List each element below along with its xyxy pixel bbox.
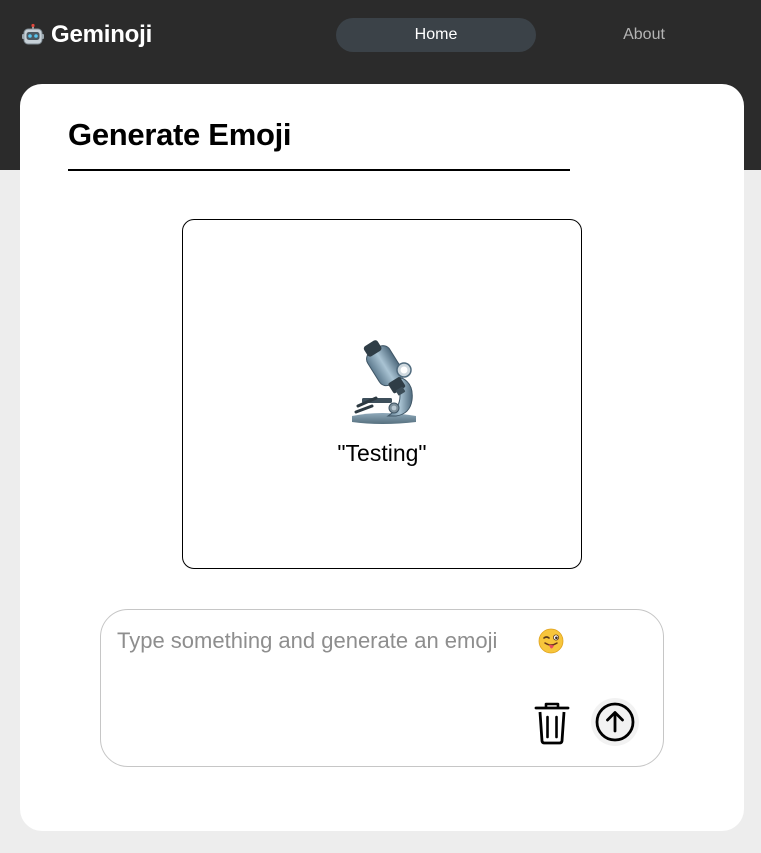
brand-name: Geminoji (51, 21, 153, 48)
submit-button[interactable] (591, 698, 639, 746)
emoji-result-panel: "Testing" (182, 219, 582, 569)
microscope-icon (352, 339, 416, 424)
emoji-caption: "Testing" (337, 439, 427, 466)
prompt-box (100, 609, 664, 767)
page-title: Generate Emoji (68, 117, 292, 152)
main-card: Generate Emoji "Testing" Type something … (20, 84, 744, 831)
trash-icon (534, 702, 570, 745)
nav-home-tab[interactable]: Home (336, 18, 536, 52)
robot-icon (22, 23, 44, 45)
winking-face-with-tongue-icon (538, 628, 564, 654)
nav-about-tab[interactable]: About (604, 18, 684, 52)
brand[interactable]: Geminoji (21, 19, 152, 51)
arrow-up-circle-icon (595, 702, 635, 742)
clear-button[interactable] (531, 700, 573, 746)
title-divider (68, 169, 570, 171)
